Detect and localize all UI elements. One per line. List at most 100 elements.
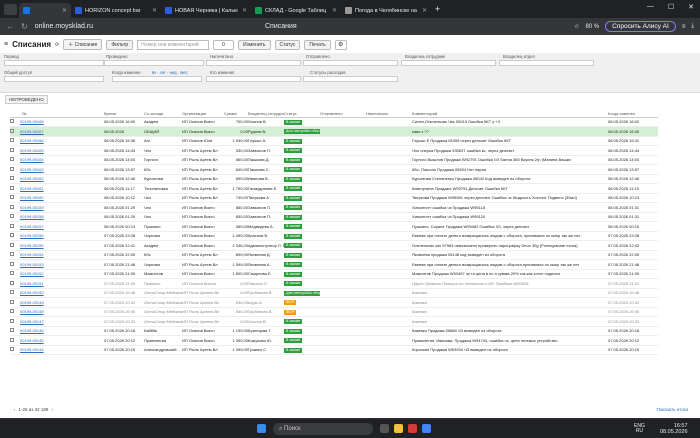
row-checkbox[interactable] xyxy=(10,233,14,238)
status-badge[interactable]: В заказе xyxy=(284,186,303,192)
table-row[interactable]: 00199-05150 07.05.2026 20:48 ОптиСтор Медо… xyxy=(10,288,658,298)
status-badge[interactable]: В заказе xyxy=(284,224,303,230)
language-indicator[interactable]: ENG RU xyxy=(634,424,645,434)
table-row[interactable]: 00199-05156 07.05.2026 23:28 Чорнова ИП Оси… xyxy=(10,231,658,241)
table-row[interactable]: 00199-05158 08.05.2026 01:29 Чно ИП Осипов … xyxy=(10,212,658,222)
doc-number-link[interactable]: 00199-05144 xyxy=(20,347,44,352)
row-checkbox[interactable] xyxy=(10,271,14,276)
tab-close-icon[interactable]: ✕ xyxy=(62,7,67,14)
hamburger-icon[interactable]: ≡ xyxy=(4,41,8,48)
doc-number-link[interactable]: 00199-05151 xyxy=(20,281,44,286)
row-checkbox[interactable] xyxy=(10,309,14,314)
row-checkbox[interactable] xyxy=(10,318,14,323)
status-badge[interactable]: В заказе xyxy=(284,214,303,220)
expense-statuses-select[interactable] xyxy=(303,76,398,82)
status-badge[interactable]: В заказе xyxy=(284,233,303,239)
row-checkbox[interactable] xyxy=(10,157,14,162)
table-row[interactable]: 00199-05152 07.05.2026 21:09 Мамонтов ИП Ос… xyxy=(10,269,658,279)
tab-actions-icon[interactable] xyxy=(4,3,17,15)
doc-number-link[interactable]: 00199-05160 xyxy=(20,195,44,200)
row-checkbox[interactable] xyxy=(10,280,14,285)
when-changed-shortcuts[interactable]: вч · сег · нед · мес xyxy=(152,70,188,75)
status-badge[interactable]: В заказе xyxy=(284,119,303,125)
reload-icon[interactable]: ↻ xyxy=(21,22,28,31)
status-badge[interactable]: В заказе xyxy=(284,157,303,163)
row-checkbox[interactable] xyxy=(10,185,14,190)
status-badge[interactable]: В заказе xyxy=(284,262,303,268)
browser-tab[interactable]: СКЛАД - Google Таблиц ✕ xyxy=(251,3,341,18)
status-badge[interactable]: В заказе xyxy=(284,252,303,258)
row-checkbox[interactable] xyxy=(10,252,14,257)
column-header[interactable]: Отправлено xyxy=(320,110,366,118)
table-row[interactable]: 00199-05145 07.05.2026 20:12 Привилегия ИП … xyxy=(10,335,658,346)
status-badge[interactable]: В заказе xyxy=(284,205,303,211)
row-checkbox[interactable] xyxy=(10,337,14,342)
doc-number-link[interactable]: 00199-05168 xyxy=(20,119,44,124)
period-input[interactable] xyxy=(4,60,104,66)
start-icon[interactable] xyxy=(257,424,266,433)
table-row[interactable]: 00199-05165 08.05.2026 14:43 Чно ИП Рыль Ар… xyxy=(10,145,658,156)
column-header[interactable]: Комментарий xyxy=(412,110,608,118)
url-field[interactable]: online.moysklad.ru xyxy=(35,23,93,30)
filter-button[interactable]: Фильтр xyxy=(106,39,134,50)
clock[interactable]: 16:57 08.05.2026 xyxy=(660,423,688,435)
row-checkbox[interactable] xyxy=(10,138,14,143)
row-checkbox[interactable] xyxy=(10,261,14,266)
doc-number-link[interactable]: 00199-05165 xyxy=(20,148,44,153)
show-totals-link[interactable]: Показать итоги xyxy=(656,407,688,412)
next-page-icon[interactable]: › xyxy=(51,407,53,412)
doc-number-link[interactable]: 00199-05152 xyxy=(20,271,44,276)
tab-close-icon[interactable]: ✕ xyxy=(152,7,157,14)
column-header[interactable]: Напечатано xyxy=(366,110,412,118)
minimize-icon[interactable]: — xyxy=(647,3,654,11)
table-row[interactable]: 00199-05151 07.05.2026 21:00 Прямого ИП Оси… xyxy=(10,278,658,289)
tab-close-icon[interactable]: ✕ xyxy=(422,7,427,14)
refresh-icon[interactable]: ⟳ xyxy=(55,42,59,48)
browser-tab[interactable]: НОВАЯ Черника | Калык ✕ xyxy=(161,3,251,18)
table-row[interactable]: 00199-05163 08.05.2026 13:57 Кбс ИП Рыль Ар… xyxy=(10,164,658,175)
change-button[interactable]: Изменить xyxy=(237,39,271,50)
table-row[interactable]: 00199-05162 08.05.2026 12:46 Курчатова ИП Р… xyxy=(10,174,658,184)
yandex-browser-icon[interactable] xyxy=(408,424,417,433)
back-icon[interactable]: ← xyxy=(6,22,14,31)
doc-number-link[interactable]: 00199-05147 xyxy=(20,319,44,324)
table-row[interactable]: 00199-05167 08.05.2026 ОБЩИЙ ИП Осипов Викт… xyxy=(10,126,658,137)
status-badge[interactable]: В заказе xyxy=(284,347,303,353)
table-row[interactable]: 00199-05149 07.05.2026 20:43 ОптиСтор Медо… xyxy=(10,297,658,308)
row-checkbox[interactable] xyxy=(10,299,14,304)
table-row[interactable]: 00199-05166 08.05.2026 15:36 Агл ИП Осипов … xyxy=(10,136,658,146)
doc-number-link[interactable]: 00199-05154 xyxy=(20,252,44,257)
row-checkbox[interactable] xyxy=(10,242,14,247)
doc-number-link[interactable]: 00199-05158 xyxy=(20,214,44,219)
browser-tab[interactable]: HORIZON concept bar ✕ xyxy=(71,3,161,18)
doc-number-link[interactable]: 00199-05145 xyxy=(20,338,44,343)
prev-page-icon[interactable]: ‹ xyxy=(14,407,16,412)
table-row[interactable]: 00199-05153 07.05.2026 21:46 Чорнова ИП Рыл… xyxy=(10,259,658,270)
row-checkbox[interactable] xyxy=(10,347,14,352)
row-checkbox[interactable] xyxy=(10,204,14,209)
file-explorer-icon[interactable] xyxy=(394,424,403,433)
shared-select[interactable] xyxy=(4,76,104,82)
row-checkbox[interactable] xyxy=(10,290,14,295)
status-badge[interactable]: ЖСР xyxy=(284,309,297,315)
changed-by-select[interactable] xyxy=(206,76,301,82)
doc-number-link[interactable]: 00199-05163 xyxy=(20,167,44,172)
status-badge[interactable]: ЖСР xyxy=(284,300,297,306)
status-badge[interactable]: В заказе xyxy=(284,319,303,325)
add-write-off-button[interactable]: ＋ Списание xyxy=(63,39,103,50)
column-header[interactable]: Статус xyxy=(284,110,320,118)
status-badge[interactable]: В заказе xyxy=(284,281,303,287)
status-badge[interactable]: В заказе xyxy=(284,328,303,334)
doc-number-link[interactable]: 00199-05155 xyxy=(20,243,44,248)
owner-department-select[interactable] xyxy=(499,60,594,66)
search-input[interactable]: Номер или комментарий xyxy=(137,39,210,50)
alice-button[interactable]: Спросить Алису AI xyxy=(605,21,676,32)
status-badge[interactable]: Для настройки обор xyxy=(284,129,320,135)
doc-number-link[interactable]: 00199-05166 xyxy=(20,138,44,143)
row-checkbox[interactable] xyxy=(10,166,14,171)
close-window-icon[interactable]: ✕ xyxy=(688,3,694,11)
maximize-icon[interactable]: ☐ xyxy=(668,3,674,11)
table-row[interactable]: 00199-05160 08.05.2026 10:12 Чно ИП Рыль Ар… xyxy=(10,193,658,203)
doc-number-link[interactable]: 00199-05156 xyxy=(20,233,44,238)
not-posted-button[interactable]: НЕПРОВЕДЕНО xyxy=(5,95,48,104)
